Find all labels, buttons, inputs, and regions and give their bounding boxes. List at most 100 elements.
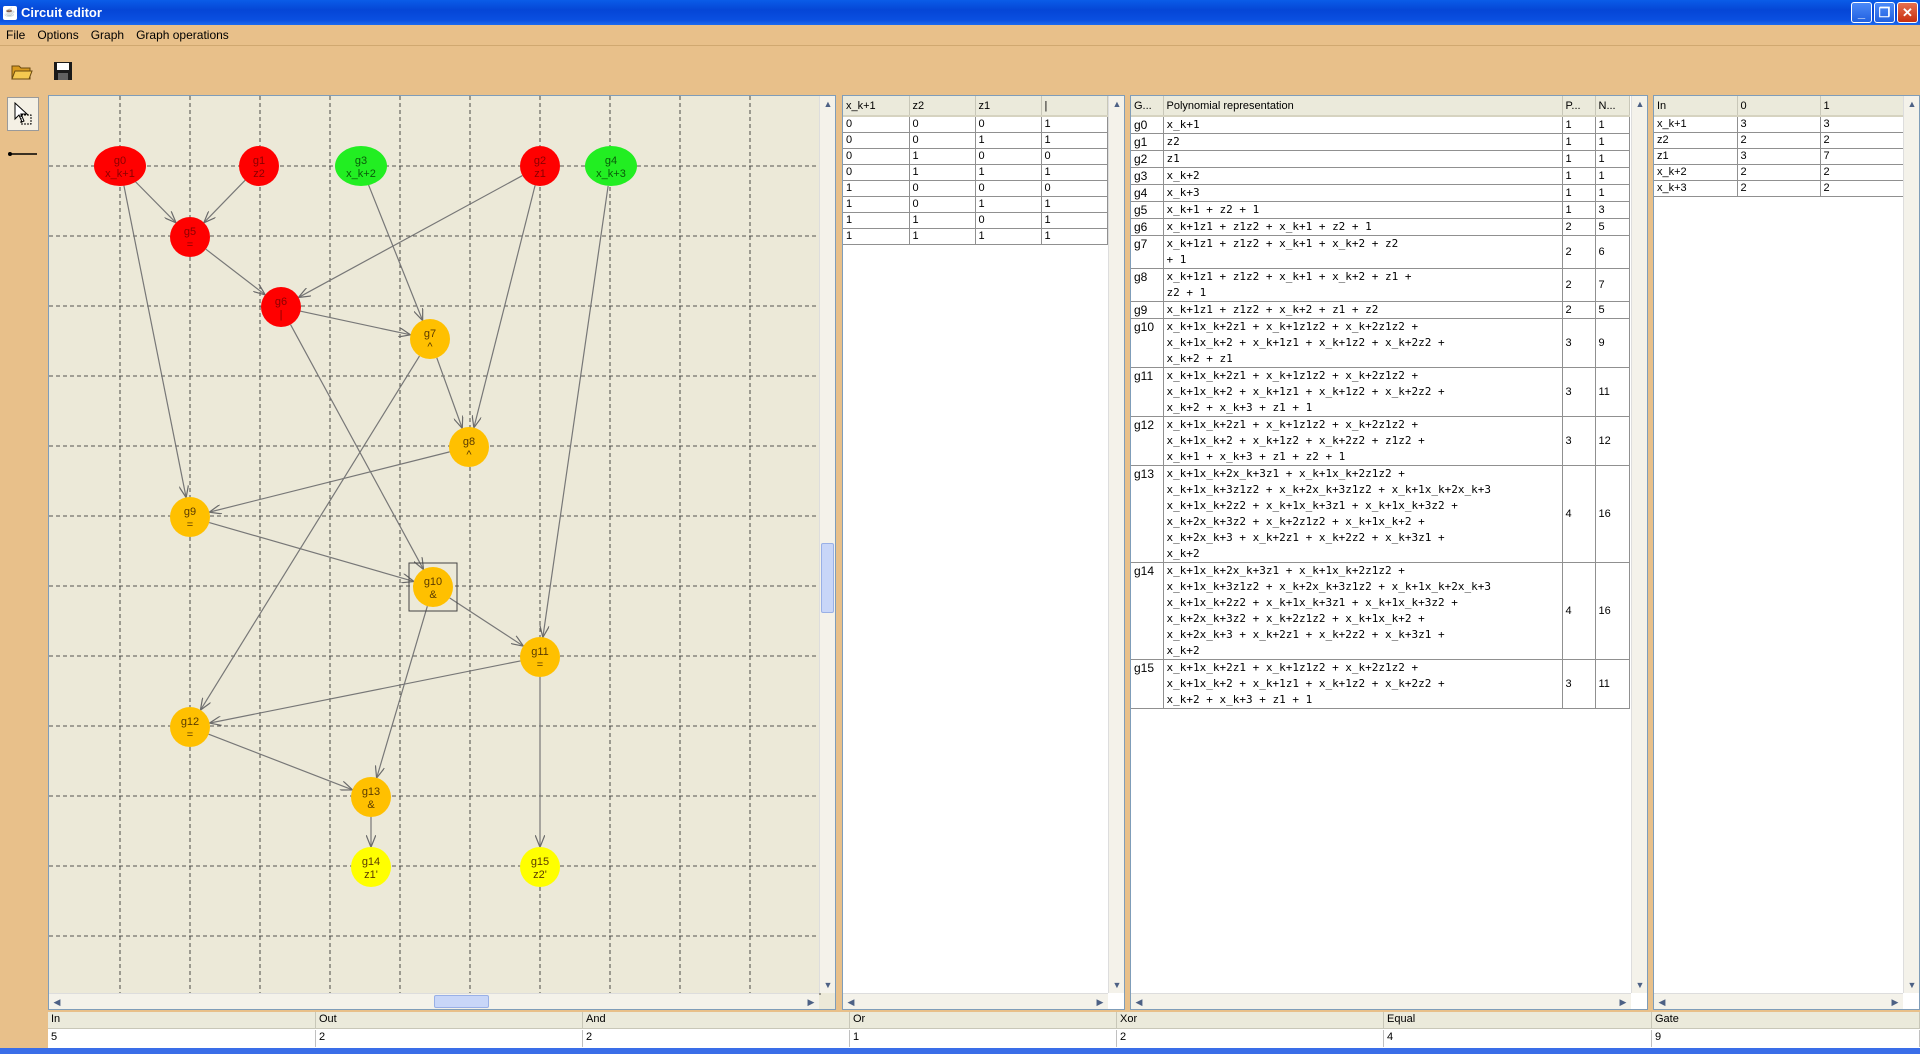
- table-row[interactable]: g2 z1 1 1: [1131, 150, 1630, 168]
- truth-cell[interactable]: 0: [909, 180, 976, 197]
- truth-vertical-scrollbar[interactable]: ▲ ▼: [1108, 96, 1124, 993]
- graph-node-g8[interactable]: g8^: [449, 427, 489, 467]
- graph-edge-g0-g5[interactable]: [133, 179, 175, 222]
- poly-terms-cell[interactable]: 16: [1595, 562, 1630, 660]
- poly-gate-cell[interactable]: g15: [1131, 659, 1164, 709]
- graph-canvas-panel[interactable]: g0 x_k+1 g1 z2 g3 x_k+2 g2 z1 g4 x_k+3 g5 = g6 | g7 ^ g8…: [48, 95, 836, 1010]
- table-row[interactable]: z1 3 7: [1654, 148, 1904, 165]
- scroll-right-arrow-icon[interactable]: ▶: [803, 994, 819, 1009]
- scroll-up-arrow-icon[interactable]: ▲: [1904, 96, 1919, 112]
- truth-cell[interactable]: 1: [843, 196, 910, 213]
- poly-gate-cell[interactable]: g10: [1131, 318, 1164, 368]
- counts-cell[interactable]: 2: [1820, 180, 1904, 197]
- counts-cell[interactable]: x_k+2: [1654, 164, 1738, 181]
- table-row[interactable]: g14 x_k+1x_k+2x_k+3z1 + x_k+1x_k+2z1z2 + x…: [1131, 562, 1630, 660]
- graph-edge-g7-g8[interactable]: [436, 357, 462, 427]
- close-button[interactable]: ✕: [1897, 2, 1918, 23]
- counts-cell[interactable]: 2: [1737, 164, 1821, 181]
- poly-terms-cell[interactable]: 1: [1595, 150, 1630, 168]
- graph-edge-g5-g6[interactable]: [205, 248, 265, 294]
- poly-expression-cell[interactable]: x_k+1z1 + z1z2 + x_k+1 + z2 + 1: [1163, 218, 1563, 236]
- graph-node-g3[interactable]: g3x_k+2: [335, 146, 387, 186]
- table-row[interactable]: 0011: [843, 132, 1108, 149]
- graph-node-g11[interactable]: g11=: [520, 637, 560, 677]
- poly-terms-cell[interactable]: 5: [1595, 301, 1630, 319]
- save-button[interactable]: [49, 58, 77, 84]
- truth-horizontal-scrollbar[interactable]: ◀ ▶: [843, 993, 1108, 1009]
- table-row[interactable]: g4 x_k+3 1 1: [1131, 184, 1630, 202]
- truth-cell[interactable]: 0: [909, 116, 976, 133]
- poly-gate-cell[interactable]: g14: [1131, 562, 1164, 660]
- poly-degree-cell[interactable]: 3: [1562, 318, 1596, 368]
- truth-cell[interactable]: 1: [843, 228, 910, 245]
- truth-cell[interactable]: 0: [843, 164, 910, 181]
- poly-gate-cell[interactable]: g2: [1131, 150, 1164, 168]
- poly-col-header[interactable]: N...: [1595, 96, 1630, 117]
- poly-gate-cell[interactable]: g13: [1131, 465, 1164, 563]
- graph-edge-g4-g11[interactable]: [543, 185, 609, 636]
- poly-degree-cell[interactable]: 1: [1562, 116, 1596, 134]
- table-row[interactable]: x_k+3 2 2: [1654, 180, 1904, 197]
- table-row[interactable]: x_k+2 2 2: [1654, 164, 1904, 181]
- truth-col-header[interactable]: z1: [975, 96, 1042, 117]
- truth-cell[interactable]: 0: [975, 148, 1042, 165]
- truth-col-header[interactable]: |: [1041, 96, 1108, 117]
- poly-terms-cell[interactable]: 9: [1595, 318, 1630, 368]
- truth-cell[interactable]: 0: [843, 148, 910, 165]
- table-row[interactable]: g5 x_k+1 + z2 + 1 13: [1131, 201, 1630, 219]
- truth-col-header[interactable]: z2: [909, 96, 976, 117]
- counts-cell[interactable]: x_k+3: [1654, 180, 1738, 197]
- poly-gate-cell[interactable]: g3: [1131, 167, 1164, 185]
- table-row[interactable]: g15 x_k+1x_k+2z1 + x_k+1z1z2 + x_k+2z1z2 …: [1131, 659, 1630, 709]
- poly-terms-cell[interactable]: 11: [1595, 367, 1630, 417]
- truth-cell[interactable]: 0: [1041, 180, 1108, 197]
- poly-expression-cell[interactable]: x_k+1x_k+2z1 + x_k+1z1z2 + x_k+2z1z2 + x_…: [1163, 416, 1563, 466]
- maximize-button[interactable]: ❐: [1874, 2, 1895, 23]
- menu-file[interactable]: File: [0, 28, 31, 42]
- table-row[interactable]: 0100: [843, 148, 1108, 165]
- scroll-left-arrow-icon[interactable]: ◀: [1654, 994, 1670, 1009]
- truth-cell[interactable]: 0: [843, 116, 910, 133]
- scroll-left-arrow-icon[interactable]: ◀: [843, 994, 859, 1009]
- poly-expression-cell[interactable]: x_k+1x_k+2z1 + x_k+1z1z2 + x_k+2z1z2 + x_…: [1163, 659, 1563, 709]
- scroll-thumb[interactable]: [821, 543, 834, 613]
- poly-gate-cell[interactable]: g0: [1131, 116, 1164, 134]
- truth-cell[interactable]: 1: [1041, 132, 1108, 149]
- table-row[interactable]: g9 x_k+1z1 + z1z2 + x_k+2 + z1 + z2 2 5: [1131, 301, 1630, 319]
- poly-degree-cell[interactable]: 1: [1562, 150, 1596, 168]
- poly-expression-cell[interactable]: x_k+1 + z2 + 1: [1163, 201, 1563, 219]
- table-row[interactable]: g13 x_k+1x_k+2x_k+3z1 + x_k+1x_k+2z1z2 + x…: [1131, 465, 1630, 563]
- poly-col-header[interactable]: P...: [1562, 96, 1596, 117]
- poly-degree-cell[interactable]: 4: [1562, 465, 1596, 563]
- truth-cell[interactable]: 1: [1041, 212, 1108, 229]
- menu-options[interactable]: Options: [31, 28, 84, 42]
- table-row[interactable]: 1000: [843, 180, 1108, 197]
- scroll-up-arrow-icon[interactable]: ▲: [820, 96, 835, 112]
- graph-edge-g6-g7[interactable]: [300, 310, 410, 334]
- graph-node-g2[interactable]: g2z1: [520, 146, 560, 186]
- graph-node-g12[interactable]: g12=: [170, 707, 210, 747]
- counts-cell[interactable]: 2: [1737, 180, 1821, 197]
- open-button[interactable]: [8, 58, 36, 84]
- poly-terms-cell[interactable]: 1: [1595, 167, 1630, 185]
- edge-tool-button[interactable]: [7, 137, 39, 171]
- graph-node-g7[interactable]: g7^: [410, 319, 450, 359]
- scroll-right-arrow-icon[interactable]: ▶: [1615, 994, 1631, 1009]
- truth-cell[interactable]: 1: [843, 180, 910, 197]
- table-row[interactable]: g10 x_k+1x_k+2z1 + x_k+1z1z2 + x_k+2z1z2 …: [1131, 318, 1630, 368]
- poly-gate-cell[interactable]: g12: [1131, 416, 1164, 466]
- poly-terms-cell[interactable]: 3: [1595, 201, 1630, 219]
- truth-cell[interactable]: 0: [1041, 148, 1108, 165]
- table-row[interactable]: x_k+1 3 3: [1654, 116, 1904, 133]
- graph-node-g15[interactable]: g15z2': [520, 847, 560, 887]
- poly-degree-cell[interactable]: 1: [1562, 184, 1596, 202]
- poly-expression-cell[interactable]: x_k+1x_k+2z1 + x_k+1z1z2 + x_k+2z1z2 + x_…: [1163, 367, 1563, 417]
- graph-vertical-scrollbar[interactable]: ▲ ▼: [819, 96, 835, 993]
- graph-edge-g11-g12[interactable]: [211, 660, 521, 723]
- scroll-right-arrow-icon[interactable]: ▶: [1887, 994, 1903, 1009]
- counts-col-header[interactable]: 1: [1820, 96, 1904, 117]
- poly-col-header[interactable]: G...: [1131, 96, 1164, 117]
- graph-node-g5[interactable]: g5=: [170, 217, 210, 257]
- truth-cell[interactable]: 1: [975, 164, 1042, 181]
- scroll-thumb[interactable]: [434, 995, 489, 1008]
